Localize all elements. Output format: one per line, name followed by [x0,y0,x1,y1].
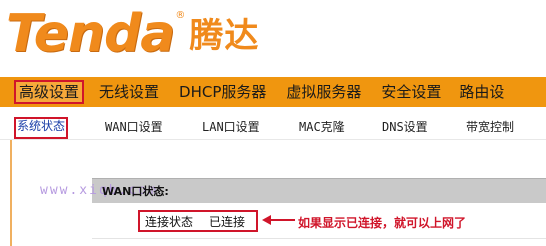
logo-latin-text: Tenda [6,4,175,64]
wan-status-title: WAN口状态: [102,185,169,198]
brand-header: Tenda ® 腾达 [0,0,546,76]
registered-mark: ® [175,10,186,21]
nav-item-dhcp-server[interactable]: DHCP服务器 [176,80,269,104]
sub-nav-bar: 系统状态 WAN口设置 LAN口设置 MAC克隆 DNS设置 带宽控制 [0,109,546,140]
subnav-item-mac-clone[interactable]: MAC克隆 [299,118,345,136]
connection-status-box: 连接状态 已连接 [138,210,258,232]
subnav-item-wan-settings[interactable]: WAN口设置 [105,118,163,136]
nav-item-security-settings[interactable]: 安全设置 [378,80,444,104]
content-left-border [10,140,12,246]
subnav-item-system-status[interactable]: 系统状态 [14,117,69,139]
nav-item-virtual-server[interactable]: 虚拟服务器 [283,80,364,104]
main-nav-bar: 高级设置 无线设置 DHCP服务器 虚拟服务器 安全设置 路由设 [0,77,546,107]
connection-annotation: 如果显示已连接，就可以上网了 [298,216,467,230]
subnav-item-bandwidth-control[interactable]: 带宽控制 [466,118,514,136]
content-divider [92,238,546,239]
nav-item-advanced-settings[interactable]: 高级设置 [14,80,85,104]
connection-status-label: 连接状态 [145,214,194,229]
router-admin-page: Tenda ® 腾达 高级设置 无线设置 DHCP服务器 虚拟服务器 安全设置 … [0,0,546,246]
logo-chinese-text: 腾达 [189,16,260,56]
connection-status-value: 已连接 [209,214,246,229]
subnav-item-dns-settings[interactable]: DNS设置 [382,118,428,136]
arrow-left-icon [262,215,295,225]
nav-item-wireless-settings[interactable]: 无线设置 [96,80,162,104]
subnav-item-lan-settings[interactable]: LAN口设置 [202,118,260,136]
nav-item-routing-settings[interactable]: 路由设 [456,80,507,104]
tenda-logo: Tenda ® 腾达 [6,4,259,64]
